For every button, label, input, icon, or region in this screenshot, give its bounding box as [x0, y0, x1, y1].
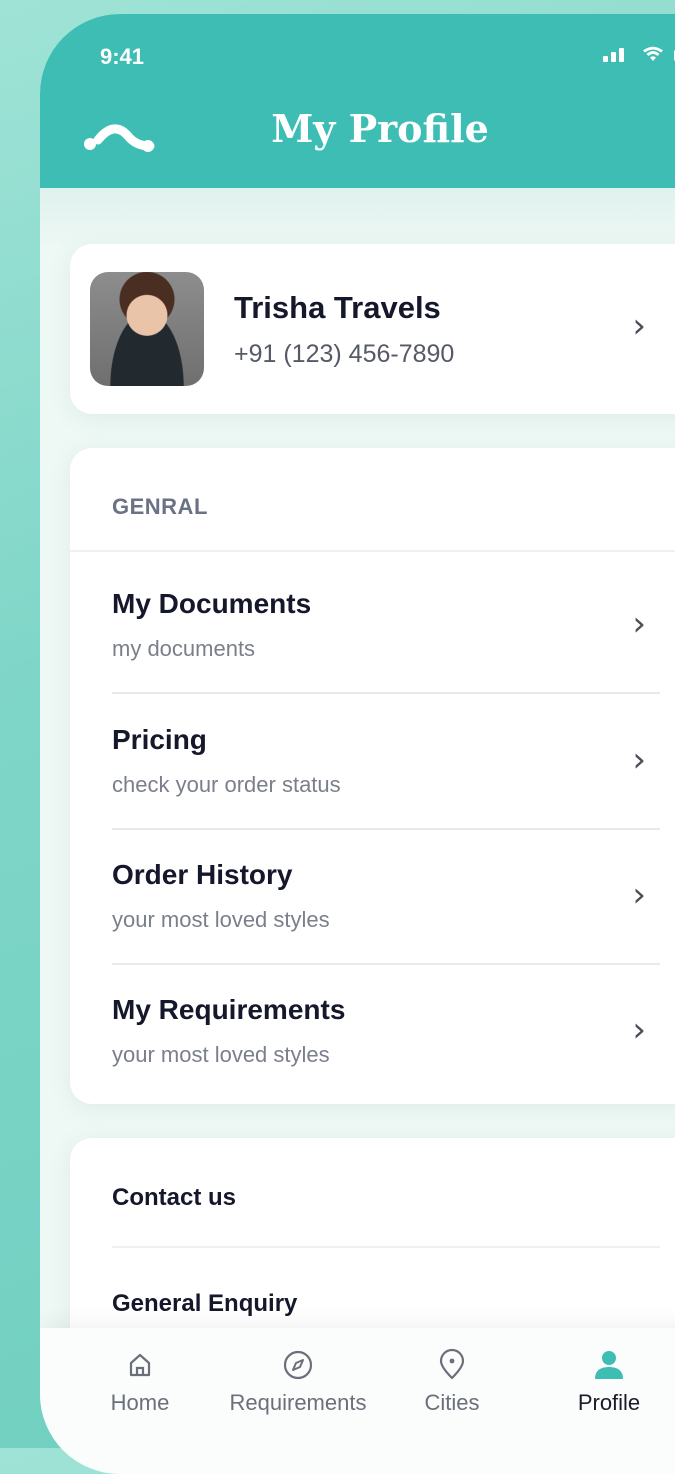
compass-icon [283, 1350, 313, 1380]
tab-cities[interactable]: Cities [412, 1348, 492, 1416]
menu-item-title: Order History [112, 859, 293, 890]
bottom-tab-bar: Home Requirements Cities Profile [40, 1328, 675, 1474]
menu-item-title: Pricing [112, 724, 207, 755]
user-icon [595, 1351, 623, 1379]
section-label: GENRAL [112, 494, 208, 519]
contact-us-link[interactable]: Contact us [112, 1184, 236, 1212]
tab-profile[interactable]: Profile [566, 1348, 652, 1416]
profile-card[interactable]: Trisha Travels +91 (123) 456-7890 › [70, 244, 675, 414]
app-header: 9:41 My Profile [40, 14, 675, 188]
chevron-right-icon: › [632, 875, 646, 915]
chevron-right-icon: › [632, 306, 646, 346]
profile-phone: +91 (123) 456-7890 [234, 340, 455, 368]
home-icon [129, 1353, 151, 1377]
divider [112, 1246, 660, 1248]
status-icons [603, 46, 675, 62]
general-section-card: GENRAL My Documents my documents › Prici… [70, 448, 675, 1104]
tab-label: Requirements [229, 1390, 367, 1415]
menu-item-subtitle: my documents [112, 636, 256, 661]
chevron-right-icon: › [632, 1010, 646, 1050]
menu-item-pricing[interactable]: Pricing check your order status › [112, 688, 675, 822]
tab-requirements[interactable]: Requirements [218, 1348, 378, 1416]
menu-item-order-history[interactable]: Order History your most loved styles › [112, 823, 675, 957]
location-pin-icon [439, 1348, 465, 1380]
profile-name: Trisha Travels [234, 290, 441, 325]
tab-label: Profile [577, 1390, 641, 1415]
status-time: 9:41 [100, 44, 145, 69]
general-enquiry-link[interactable]: General Enquiry [112, 1290, 297, 1318]
tab-label: Home [110, 1390, 170, 1415]
menu-item-subtitle: your most loved styles [112, 907, 330, 932]
phone-screen: 9:41 My Profile Trisha Travels +91 (123)… [40, 14, 675, 1474]
content-background [40, 188, 675, 248]
menu-item-my-documents[interactable]: My Documents my documents › [112, 552, 675, 686]
menu-item-subtitle: check your order status [112, 772, 341, 797]
menu-item-title: My Requirements [112, 994, 346, 1025]
wifi-icon [643, 46, 663, 61]
signal-icon [603, 46, 632, 62]
chevron-right-icon: › [632, 740, 646, 780]
menu-item-my-requirements[interactable]: My Requirements your most loved styles › [112, 958, 675, 1092]
page-title: My Profile [271, 106, 489, 151]
menu-item-title: My Documents [112, 588, 312, 619]
chevron-right-icon: › [632, 604, 646, 644]
tab-label: Cities [424, 1390, 480, 1415]
tab-home[interactable]: Home [100, 1348, 180, 1416]
menu-item-subtitle: your most loved styles [112, 1042, 330, 1067]
avatar [90, 272, 204, 386]
